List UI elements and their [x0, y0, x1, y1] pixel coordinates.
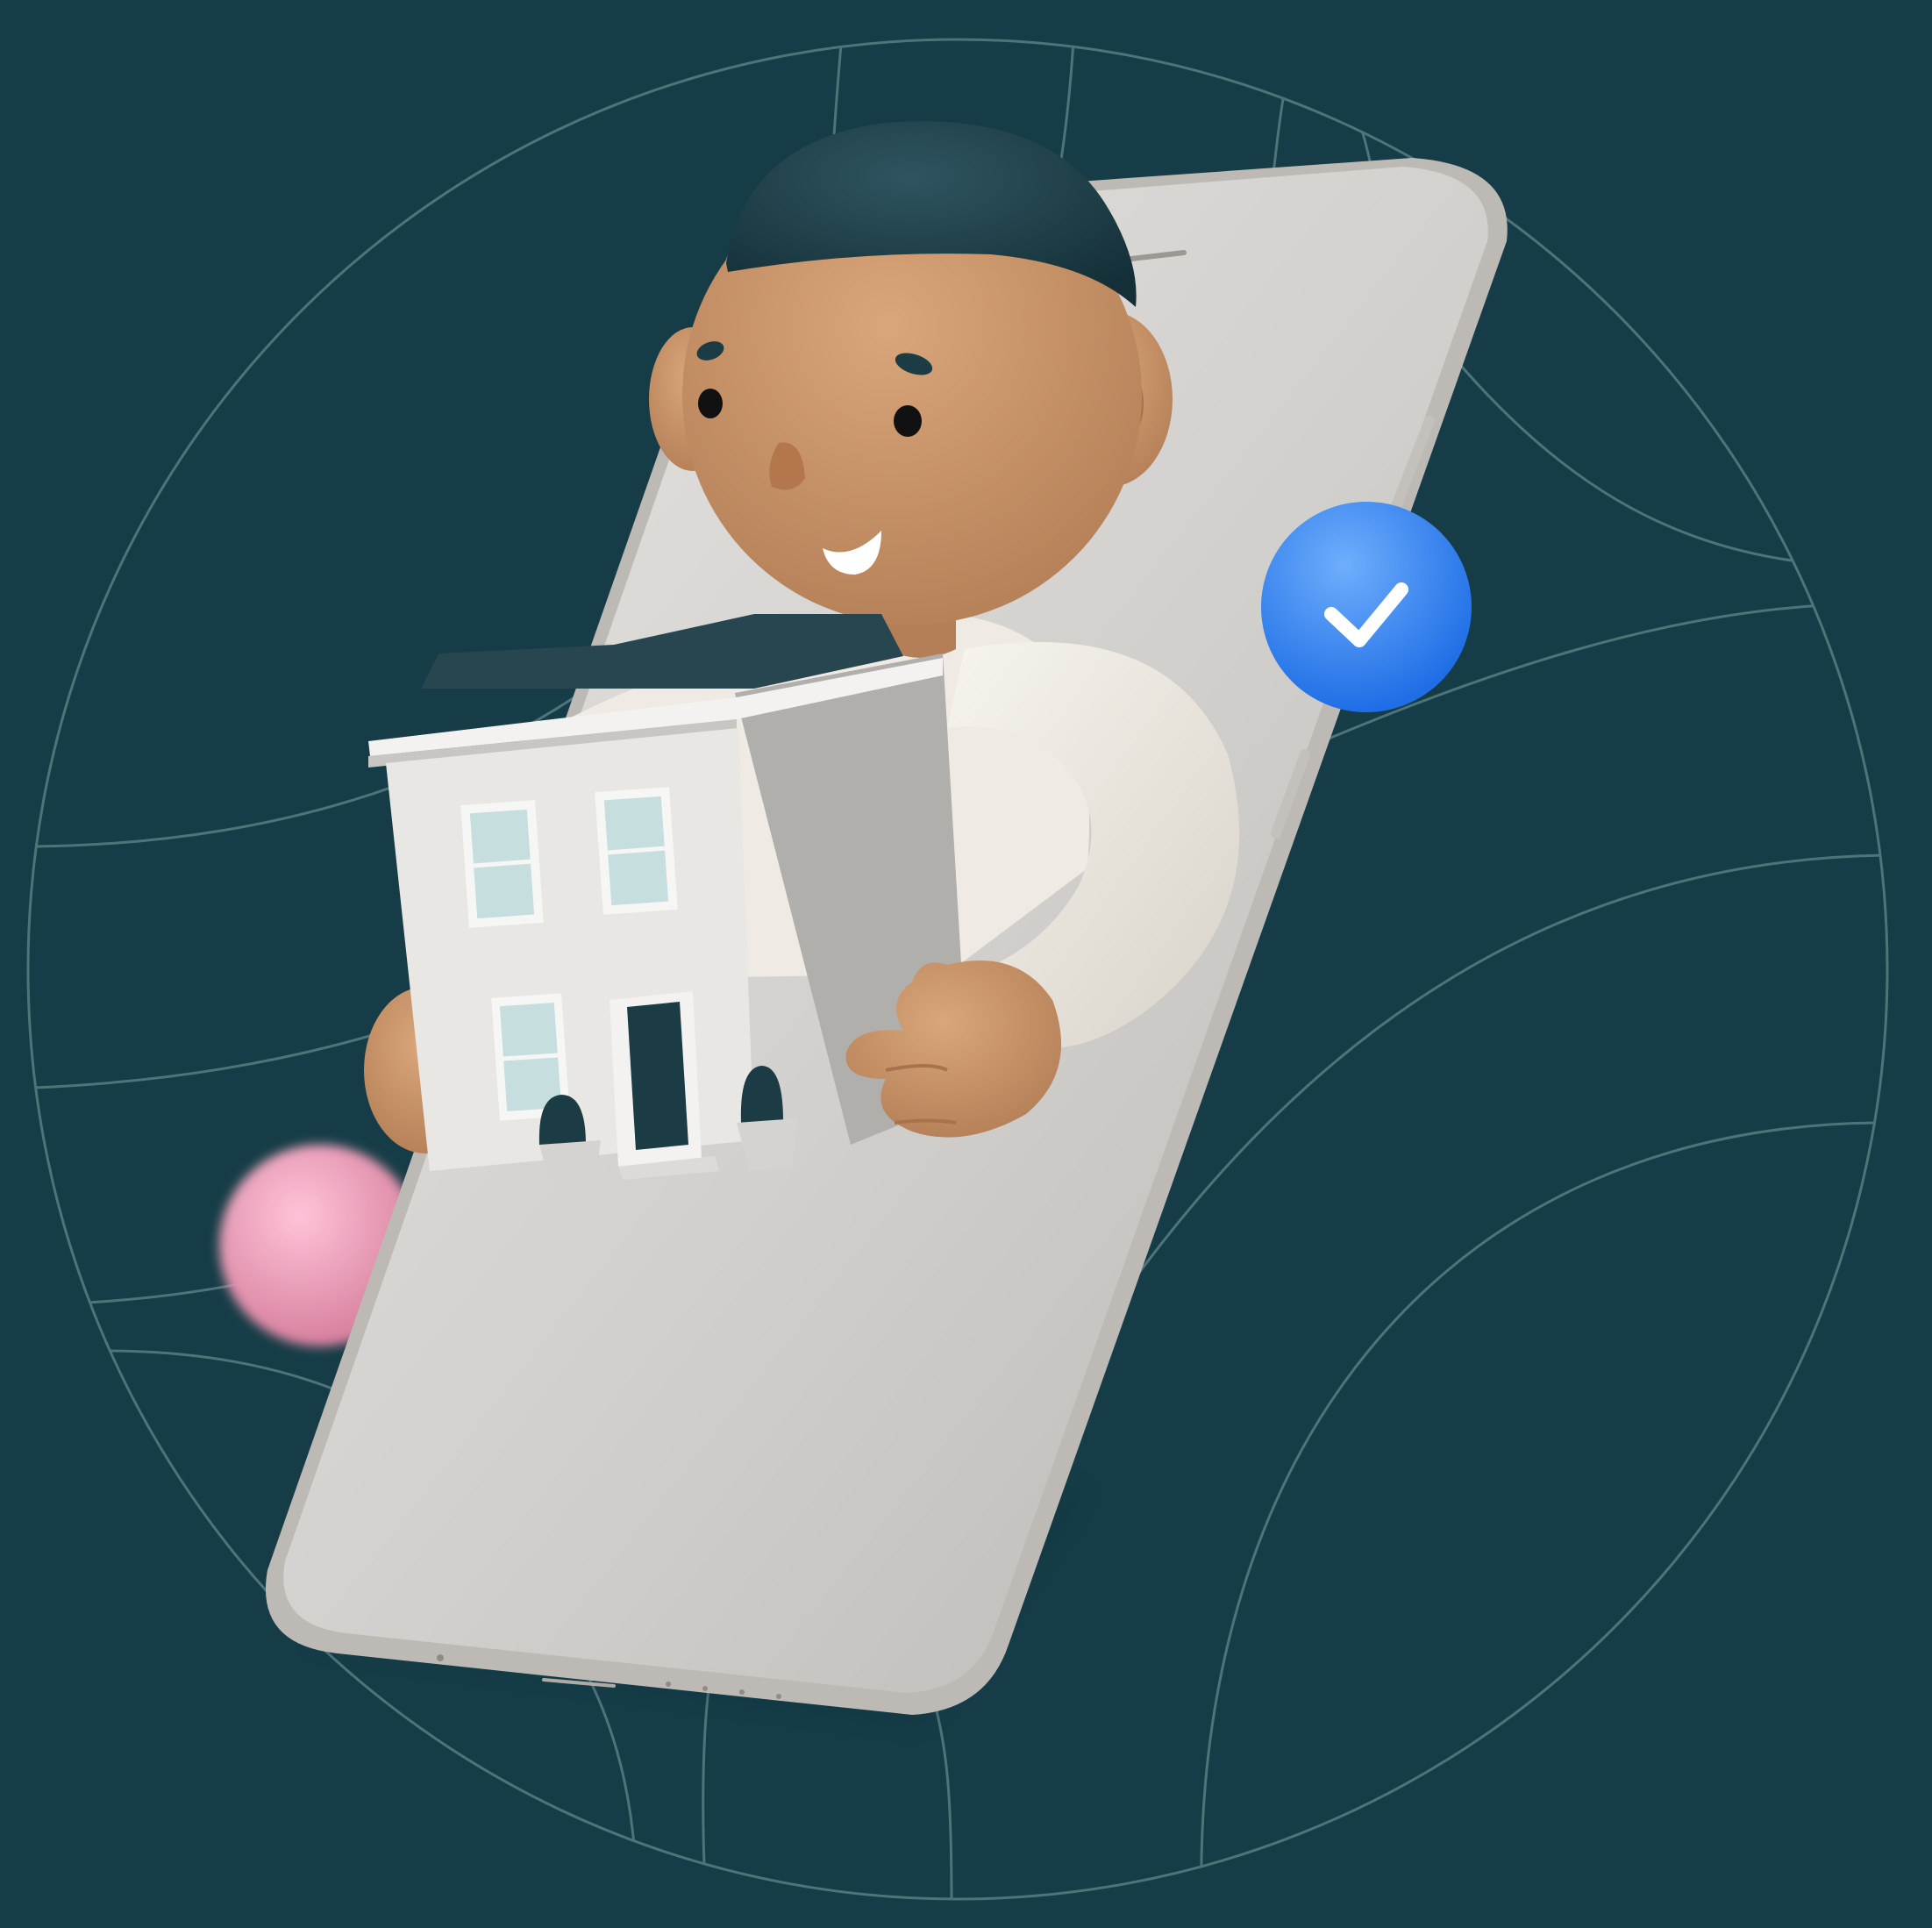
left-eye	[698, 389, 723, 418]
illustration-svg	[26, 38, 1889, 1901]
checkmark-badge-icon	[1261, 502, 1472, 712]
illustration-stage	[0, 0, 1932, 1928]
right-eye	[894, 405, 922, 437]
